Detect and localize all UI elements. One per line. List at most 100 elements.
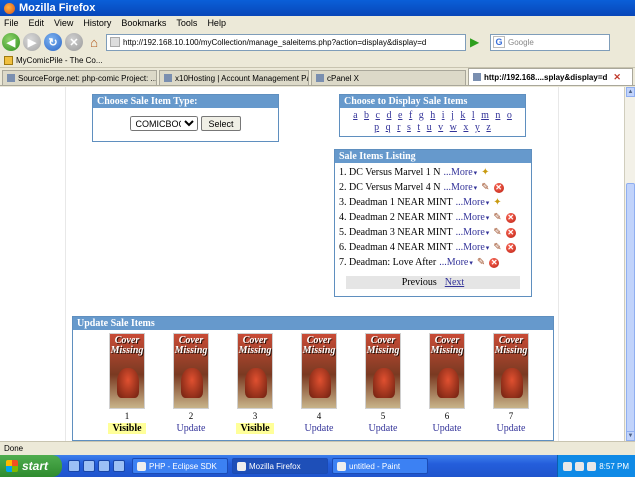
tray-icon[interactable] xyxy=(587,461,597,471)
tab-sourceforge[interactable]: SourceForge.net: php-comic Project: ... xyxy=(2,70,157,85)
sale-item-type-select[interactable]: COMICBOOK xyxy=(130,116,199,131)
tray-icon[interactable] xyxy=(575,461,585,471)
scroll-up-icon[interactable]: ▲ xyxy=(626,87,635,97)
tab-active[interactable]: http://192.168....splay&display=d ✕ xyxy=(468,68,633,85)
more-link[interactable]: ...More xyxy=(456,227,490,238)
more-link[interactable]: ...More xyxy=(439,257,473,268)
cover-image[interactable]: Cover Missing xyxy=(173,333,209,409)
delete-icon[interactable]: ✕ xyxy=(505,242,516,253)
menu-file[interactable]: File xyxy=(4,18,19,28)
letter-link-o[interactable]: o xyxy=(507,110,512,121)
letter-link-t[interactable]: t xyxy=(417,122,420,133)
delete-icon[interactable]: ✕ xyxy=(489,257,500,268)
scrollbar-thumb[interactable] xyxy=(626,183,635,435)
letter-link-c[interactable]: c xyxy=(376,110,380,121)
letter-link-h[interactable]: h xyxy=(430,110,435,121)
update-link[interactable]: Update xyxy=(493,423,530,434)
url-bar[interactable]: http://192.168.10.100/myCollection/manag… xyxy=(106,33,466,51)
bookmark-item[interactable]: MyComicPile - The Co... xyxy=(16,56,103,65)
tray-icon[interactable] xyxy=(563,461,573,471)
delete-icon[interactable]: ✕ xyxy=(505,212,516,223)
letter-link-f[interactable]: f xyxy=(409,110,412,121)
cover-image[interactable]: Cover Missing xyxy=(237,333,273,409)
forward-button[interactable]: ▶ xyxy=(23,33,41,51)
menu-history[interactable]: History xyxy=(83,18,111,28)
more-link[interactable]: ...More xyxy=(456,197,490,208)
cover-image[interactable]: Cover Missing xyxy=(109,333,145,409)
letter-link-b[interactable]: b xyxy=(364,110,369,121)
cover-image[interactable]: Cover Missing xyxy=(301,333,337,409)
letter-link-l[interactable]: l xyxy=(472,110,475,121)
menu-view[interactable]: View xyxy=(54,18,73,28)
cover-image[interactable]: Cover Missing xyxy=(429,333,465,409)
letter-link-r[interactable]: r xyxy=(397,122,400,133)
start-button[interactable]: start xyxy=(0,455,62,477)
select-button[interactable]: Select xyxy=(201,116,241,131)
quicklaunch-icon[interactable] xyxy=(113,460,125,472)
delete-icon[interactable]: ✕ xyxy=(505,227,516,238)
next-link[interactable]: Next xyxy=(445,277,464,288)
letter-link-n[interactable]: n xyxy=(495,110,500,121)
quicklaunch-icon[interactable] xyxy=(83,460,95,472)
star-icon[interactable]: ✦ xyxy=(481,167,489,178)
visible-link[interactable]: Visible xyxy=(236,423,274,434)
letter-link-x[interactable]: x xyxy=(463,122,468,133)
back-button[interactable]: ◀ xyxy=(2,33,20,51)
task-paint[interactable]: untitled - Paint xyxy=(332,458,428,474)
letter-link-z[interactable]: z xyxy=(486,122,490,133)
star-icon[interactable]: ✦ xyxy=(493,197,501,208)
more-link[interactable]: ...More xyxy=(456,212,490,223)
letter-link-a[interactable]: a xyxy=(353,110,357,121)
edit-icon[interactable]: ✎ xyxy=(493,212,501,223)
task-firefox[interactable]: Mozilla Firefox xyxy=(232,458,328,474)
menu-edit[interactable]: Edit xyxy=(29,18,45,28)
letter-link-s[interactable]: s xyxy=(407,122,411,133)
edit-icon[interactable]: ✎ xyxy=(493,227,501,238)
more-link[interactable]: ...More xyxy=(443,182,477,193)
menu-help[interactable]: Help xyxy=(207,18,226,28)
tab-x10hosting[interactable]: x10Hosting | Account Management Pa... xyxy=(159,70,309,85)
letter-link-q[interactable]: q xyxy=(386,122,391,133)
more-link[interactable]: ...More xyxy=(443,167,477,178)
letter-link-y[interactable]: y xyxy=(475,122,480,133)
letter-link-k[interactable]: k xyxy=(460,110,465,121)
edit-icon[interactable]: ✎ xyxy=(493,242,501,253)
vertical-scrollbar[interactable]: ▲ ▼ xyxy=(624,87,635,441)
list-item: 5. Deadman 3 NEAR MINT ...More ✎ ✕ xyxy=(335,225,531,240)
tab-cpanel[interactable]: cPanel X xyxy=(311,70,466,85)
letter-link-d[interactable]: d xyxy=(386,110,391,121)
letter-link-u[interactable]: u xyxy=(427,122,432,133)
reload-button[interactable]: ↻ xyxy=(44,33,62,51)
delete-icon[interactable]: ✕ xyxy=(493,182,504,193)
letter-link-g[interactable]: g xyxy=(419,110,424,121)
scroll-down-icon[interactable]: ▼ xyxy=(626,431,635,441)
menu-tools[interactable]: Tools xyxy=(176,18,197,28)
update-link[interactable]: Update xyxy=(429,423,466,434)
letter-link-e[interactable]: e xyxy=(398,110,402,121)
letter-link-j[interactable]: j xyxy=(451,110,454,121)
go-icon[interactable]: ▶ xyxy=(470,35,484,49)
letter-link-w[interactable]: w xyxy=(450,122,457,133)
update-link[interactable]: Update xyxy=(365,423,402,434)
sale-items-listing-panel: Sale Items Listing 1. DC Versus Marvel 1… xyxy=(334,149,532,297)
letter-link-p[interactable]: p xyxy=(374,122,379,133)
letter-link-v[interactable]: v xyxy=(438,122,443,133)
menu-bookmarks[interactable]: Bookmarks xyxy=(121,18,166,28)
search-input[interactable]: G Google xyxy=(490,33,610,51)
tab-close-icon[interactable]: ✕ xyxy=(613,72,621,83)
cover-image[interactable]: Cover Missing xyxy=(365,333,401,409)
cover-image[interactable]: Cover Missing xyxy=(493,333,529,409)
more-link[interactable]: ...More xyxy=(456,242,490,253)
letter-link-m[interactable]: m xyxy=(481,110,489,121)
quicklaunch-icon[interactable] xyxy=(68,460,80,472)
update-link[interactable]: Update xyxy=(301,423,338,434)
letter-link-i[interactable]: i xyxy=(442,110,445,121)
stop-button[interactable]: ✕ xyxy=(65,33,83,51)
visible-link[interactable]: Visible xyxy=(108,423,146,434)
update-link[interactable]: Update xyxy=(173,423,210,434)
quicklaunch-icon[interactable] xyxy=(98,460,110,472)
home-icon[interactable]: ⌂ xyxy=(86,34,102,50)
edit-icon[interactable]: ✎ xyxy=(477,257,485,268)
task-eclipse[interactable]: PHP - Eclipse SDK xyxy=(132,458,228,474)
edit-icon[interactable]: ✎ xyxy=(481,182,489,193)
